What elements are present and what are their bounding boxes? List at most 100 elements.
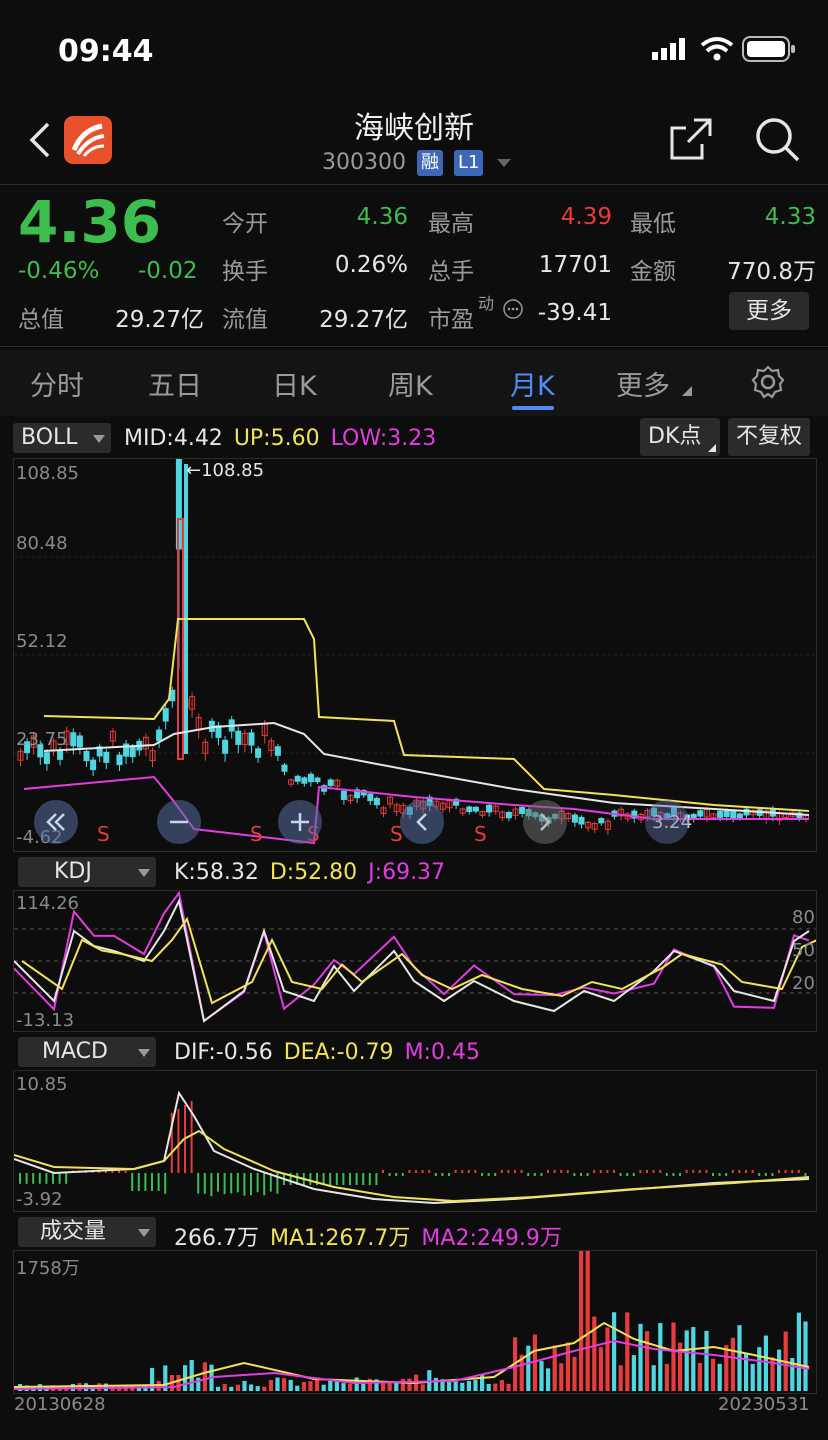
more-button[interactable]: 更多 — [729, 292, 809, 330]
total-value-label: 总值 — [18, 307, 64, 333]
kdj-chart — [13, 890, 817, 1032]
volume-bar — [202, 1362, 207, 1391]
volume-bar — [526, 1345, 531, 1391]
candle-body — [90, 759, 97, 771]
volume-axis-top: 1758万 — [16, 1258, 80, 1279]
tab-monthly-k[interactable]: 月K — [510, 364, 555, 403]
candle-body — [466, 806, 473, 813]
tab-weekly-k[interactable]: 周K — [388, 364, 433, 403]
volume-bar — [625, 1312, 630, 1391]
volume-bar — [400, 1378, 405, 1391]
info-icon[interactable] — [502, 298, 524, 320]
settings-gear-icon[interactable] — [750, 364, 786, 400]
macd-axis-bottom: -3.92 — [16, 1189, 63, 1210]
scroll-end-button[interactable] — [645, 800, 689, 844]
volume-bar — [711, 1358, 716, 1391]
pe-value: -39.41 — [537, 300, 612, 326]
candle-body — [222, 739, 229, 754]
volume-bar — [796, 1312, 801, 1391]
scroll-start-button[interactable] — [34, 800, 78, 844]
volume-bar — [348, 1383, 353, 1391]
volume-bar — [572, 1356, 577, 1391]
candle-body — [184, 464, 188, 754]
candle-body — [162, 708, 169, 722]
pe-sup: 动 — [478, 294, 495, 313]
volume-bar — [420, 1384, 425, 1391]
dk-point-button[interactable]: DK点 — [640, 418, 720, 456]
high-value: 4.39 — [560, 204, 612, 230]
chevron-down-icon — [138, 869, 150, 877]
turnover-value: 0.26% — [334, 252, 408, 278]
no-adjust-button[interactable]: 不复权 — [728, 418, 811, 456]
divider — [0, 184, 828, 185]
volume-bar — [565, 1342, 570, 1391]
signal-icon — [652, 38, 685, 60]
candle-body — [717, 810, 724, 818]
search-icon[interactable] — [754, 116, 802, 164]
candle-body — [340, 790, 347, 800]
boll-kline-chart[interactable] — [13, 458, 817, 852]
boll-indicator-select[interactable]: BOLL — [13, 423, 111, 453]
scroll-left-button[interactable] — [400, 800, 444, 844]
volume-bar — [645, 1331, 650, 1391]
candle-body — [327, 779, 334, 787]
volume-legend: 266.7万 MA1:267.7万 MA2:249.9万 — [174, 1220, 562, 1252]
sell-marker: S — [474, 822, 487, 846]
volume-bar — [724, 1345, 729, 1391]
pe-label: 市盈 — [428, 307, 474, 333]
zoom-out-button[interactable] — [157, 800, 201, 844]
status-bar: 09:44 — [0, 30, 828, 74]
kdj-k: K:58.32 — [174, 860, 259, 885]
volume-bar — [605, 1327, 610, 1391]
macd-dea: DEA:-0.79 — [283, 1040, 394, 1065]
macd-axis-top: 10.85 — [16, 1074, 68, 1095]
stock-code-line[interactable]: 300300 融 L1 — [322, 150, 512, 176]
boll-axis-3: 52.12 — [16, 631, 68, 652]
volume-bar — [493, 1383, 498, 1391]
candle-body — [274, 746, 281, 756]
low-label: 最低 — [630, 211, 676, 237]
date-end: 20230531 — [718, 1394, 810, 1415]
float-value: 29.27亿 — [319, 307, 408, 333]
tab-more[interactable]: 更多 — [616, 364, 670, 403]
volume-bar — [229, 1386, 234, 1391]
zoom-in-button[interactable] — [278, 800, 322, 844]
macd-m: M:0.45 — [404, 1040, 480, 1065]
volume-bar — [341, 1383, 346, 1391]
candle-body — [255, 748, 262, 758]
candle-body — [505, 811, 512, 819]
share-icon[interactable] — [668, 116, 714, 162]
volume-bar — [460, 1382, 465, 1391]
volume-ma1-line — [14, 1321, 810, 1388]
volume-indicator-select[interactable]: 成交量 — [18, 1217, 156, 1247]
candle-body — [571, 814, 578, 823]
scroll-right-button[interactable] — [523, 800, 567, 844]
volume-bar — [301, 1381, 306, 1391]
kdj-level-50: 50 — [792, 940, 815, 961]
volume-bar — [546, 1368, 551, 1391]
candle-body — [723, 809, 730, 818]
low-value: 4.33 — [764, 204, 816, 230]
chevron-down-icon — [138, 1229, 150, 1237]
volume-bar — [466, 1380, 471, 1391]
tab-daily-k[interactable]: 日K — [272, 364, 317, 403]
kdj-indicator-select[interactable]: KDJ — [18, 857, 156, 887]
volume-bar — [750, 1363, 755, 1391]
turnover-label: 换手 — [222, 259, 268, 285]
candle-body — [486, 804, 493, 813]
float-value-label: 流值 — [222, 307, 268, 333]
volume-bar — [216, 1386, 221, 1391]
wifi-icon — [700, 37, 734, 61]
volume-bar — [638, 1323, 643, 1391]
candle-body — [129, 746, 136, 758]
battery-icon — [742, 36, 795, 62]
tab-intraday[interactable]: 分时 — [30, 364, 84, 403]
candle-body — [578, 816, 585, 825]
kdj-level-20: 20 — [792, 973, 815, 994]
macd-dif: DIF:-0.56 — [174, 1040, 273, 1065]
tab-five-day[interactable]: 五日 — [148, 364, 202, 403]
volume-ma2-line — [14, 1339, 810, 1390]
kdj-axis-top: 114.26 — [16, 893, 79, 914]
boll-axis-top: 108.85 — [16, 463, 79, 484]
macd-indicator-select[interactable]: MACD — [18, 1037, 156, 1067]
